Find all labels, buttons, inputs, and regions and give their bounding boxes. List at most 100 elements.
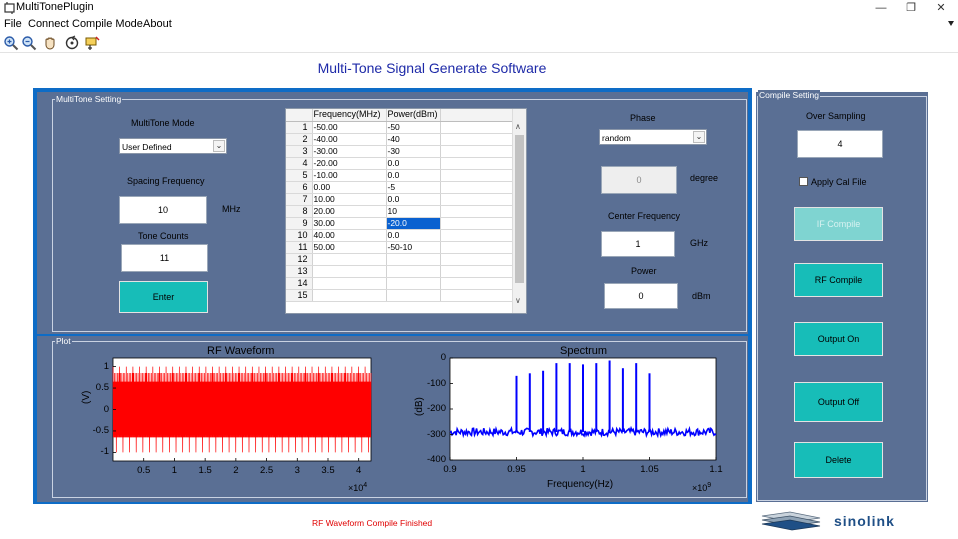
phase-select[interactable]: random ⌄ xyxy=(599,129,707,145)
power-cell[interactable]: -50-10 xyxy=(386,241,441,254)
frequency-cell[interactable]: 0.00 xyxy=(312,181,387,194)
data-cursor-icon[interactable] xyxy=(84,35,100,51)
table-row[interactable]: 5 -10.00 0.0 xyxy=(286,169,524,182)
power-cell[interactable] xyxy=(386,265,441,278)
if-compile-button[interactable]: IF Compile xyxy=(794,207,883,241)
power-cell[interactable]: 0.0 xyxy=(386,157,441,170)
row-number-cell: 1 xyxy=(286,121,313,134)
spectrum-title: Spectrum xyxy=(560,345,608,357)
table-row[interactable]: 9 30.00 -20.0 xyxy=(286,217,524,230)
row-number-cell: 11 xyxy=(286,241,313,254)
zoom-in-icon[interactable] xyxy=(3,35,19,51)
power-cell[interactable]: -5 xyxy=(386,181,441,194)
frequency-column-header[interactable]: Frequency(MHz) xyxy=(312,109,387,122)
frequency-cell[interactable]: 30.00 xyxy=(312,217,387,230)
frequency-cell[interactable]: 10.00 xyxy=(312,193,387,206)
frequency-cell[interactable] xyxy=(312,265,387,278)
power-cell[interactable]: 10 xyxy=(386,205,441,218)
apply-cal-checkbox[interactable] xyxy=(799,177,808,186)
rf-x-tick-label: 1 xyxy=(171,465,178,476)
table-scrollbar[interactable]: ∧ ∨ xyxy=(512,109,526,313)
rf-x-tick-label: 3.5 xyxy=(321,465,335,476)
spectrum-xlabel: Frequency(Hz) xyxy=(547,479,614,490)
table-row[interactable]: 10 40.00 0.0 xyxy=(286,229,524,242)
table-row[interactable]: 13 xyxy=(286,265,524,278)
power-cell[interactable]: 0.0 xyxy=(386,229,441,242)
output-on-button[interactable]: Output On xyxy=(794,322,883,356)
close-button[interactable]: ✕ xyxy=(926,0,956,16)
power-cell[interactable]: -30 xyxy=(386,145,441,158)
table-row[interactable]: 14 xyxy=(286,277,524,290)
toolbar-expand-icon[interactable] xyxy=(948,21,954,26)
center-frequency-input[interactable]: 1 xyxy=(601,231,675,257)
rf-y-tick-label: -0.5 xyxy=(92,424,109,436)
power-cell[interactable]: 0.0 xyxy=(386,169,441,182)
scrollbar-thumb[interactable] xyxy=(515,135,524,283)
table-row[interactable]: 4 -20.00 0.0 xyxy=(286,157,524,170)
frequency-cell[interactable]: -30.00 xyxy=(312,145,387,158)
table-row[interactable]: 1 -50.00 -50 xyxy=(286,121,524,134)
tone-table[interactable]: Frequency(MHz) Power(dBm) 1 -50.00 -50 2 -40… xyxy=(285,108,527,314)
spacing-frequency-input[interactable]: 10 xyxy=(119,196,207,224)
table-row[interactable]: 6 0.00 -5 xyxy=(286,181,524,194)
power-cell[interactable]: -40 xyxy=(386,133,441,146)
output-off-button[interactable]: Output Off xyxy=(794,382,883,422)
rotate-icon[interactable] xyxy=(64,35,80,51)
enter-button[interactable]: Enter xyxy=(119,281,208,313)
minimize-button[interactable]: — xyxy=(866,0,896,16)
power-cell[interactable] xyxy=(386,253,441,266)
multitone-mode-select[interactable]: User Defined ⌄ xyxy=(119,138,227,154)
rf-y-tick-label: 1 xyxy=(103,360,109,372)
over-sampling-input[interactable]: 4 xyxy=(797,130,883,158)
table-row[interactable]: 3 -30.00 -30 xyxy=(286,145,524,158)
compile-setting-legend: Compile Setting xyxy=(758,90,821,100)
frequency-cell[interactable] xyxy=(312,289,387,302)
chevron-down-icon[interactable]: ⌄ xyxy=(213,140,225,152)
power-cell[interactable] xyxy=(386,289,441,302)
sp-x-tick-label: 1 xyxy=(580,464,586,475)
menu-about[interactable]: About xyxy=(143,18,172,30)
table-row[interactable]: 15 xyxy=(286,289,524,302)
table-row[interactable]: 11 50.00 -50-10 xyxy=(286,241,524,254)
power-cell[interactable]: -20.0 xyxy=(386,217,441,230)
frequency-cell[interactable]: 50.00 xyxy=(312,241,387,254)
frequency-cell[interactable]: -10.00 xyxy=(312,169,387,182)
scroll-up-icon[interactable]: ∧ xyxy=(515,122,521,131)
center-frequency-unit: GHz xyxy=(690,238,708,248)
sp-y-tick-label: -100 xyxy=(426,377,446,389)
frequency-cell[interactable]: 40.00 xyxy=(312,229,387,242)
table-row[interactable]: 12 xyxy=(286,253,524,266)
menu-connect[interactable]: Connect xyxy=(28,18,69,30)
multitone-mode-label: MultiTone Mode xyxy=(131,118,195,128)
tone-counts-input[interactable]: 11 xyxy=(121,244,208,272)
pan-icon[interactable] xyxy=(42,35,58,51)
frequency-cell[interactable]: -50.00 xyxy=(312,121,387,134)
phase-degree-input[interactable]: 0 xyxy=(601,166,677,194)
table-row[interactable]: 2 -40.00 -40 xyxy=(286,133,524,146)
power-cell[interactable]: 0.0 xyxy=(386,193,441,206)
frequency-cell[interactable]: 20.00 xyxy=(312,205,387,218)
frequency-cell[interactable] xyxy=(312,277,387,290)
rf-x-tick-label: 1.5 xyxy=(198,465,212,476)
table-row[interactable]: 7 10.00 0.0 xyxy=(286,193,524,206)
menu-bar: File Connect Compile Mode About xyxy=(0,17,958,33)
row-number-cell: 7 xyxy=(286,193,313,206)
frequency-cell[interactable] xyxy=(312,253,387,266)
window-title: MultiTonePlugin xyxy=(16,1,94,13)
menu-file[interactable]: File xyxy=(4,18,22,30)
delete-button[interactable]: Delete xyxy=(794,442,883,478)
power-cell[interactable]: -50 xyxy=(386,121,441,134)
rf-compile-button[interactable]: RF Compile xyxy=(794,263,883,297)
table-row[interactable]: 8 20.00 10 xyxy=(286,205,524,218)
frequency-cell[interactable]: -20.00 xyxy=(312,157,387,170)
power-input[interactable]: 0 xyxy=(604,283,678,309)
frequency-cell[interactable]: -40.00 xyxy=(312,133,387,146)
chevron-down-icon[interactable]: ⌄ xyxy=(693,131,705,143)
menu-compile-mode[interactable]: Compile Mode xyxy=(72,18,143,30)
row-number-cell: 12 xyxy=(286,253,313,266)
power-cell[interactable] xyxy=(386,277,441,290)
restore-button[interactable]: ❐ xyxy=(896,0,926,16)
zoom-out-icon[interactable] xyxy=(21,35,37,51)
power-column-header[interactable]: Power(dBm) xyxy=(386,109,441,122)
scroll-down-icon[interactable]: ∨ xyxy=(515,296,521,305)
